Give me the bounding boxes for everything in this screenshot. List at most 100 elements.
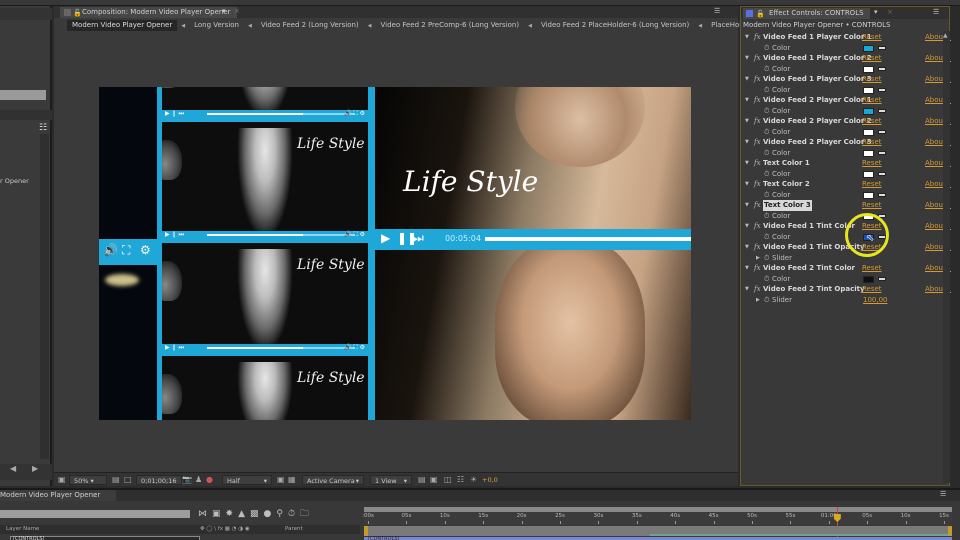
next-arrow-icon[interactable]: ▶ — [32, 464, 38, 473]
time-navigator[interactable] — [364, 526, 952, 536]
color-swatch[interactable] — [863, 170, 874, 178]
reset-link[interactable]: Reset — [862, 284, 882, 295]
resolution-dropdown[interactable]: Half ▾ — [222, 475, 272, 485]
show-snapshot-icon[interactable]: ♟ — [195, 475, 202, 485]
effect-name[interactable]: Video Feed 1 Player Color 3 — [763, 74, 872, 85]
effect-controls-tab[interactable]: 🔓 Effect Controls: CONTROLS — [743, 8, 870, 19]
breadcrumb-item[interactable]: Video Feed 2 PlaceHolder-6 (Long Version… — [536, 20, 694, 31]
skip-forward-icon[interactable]: ⏭ — [413, 231, 424, 246]
effect-name[interactable]: Text Color 2 — [763, 179, 810, 190]
reset-link[interactable]: Reset — [862, 200, 882, 211]
expand-triangle-icon[interactable]: ▼ — [745, 200, 749, 211]
comp-mini-flowchart-icon[interactable]: ⋈ — [198, 509, 212, 519]
frame-blending-icon[interactable]: ▲ — [238, 509, 250, 519]
eyedropper-icon[interactable] — [878, 108, 886, 113]
fx-icon[interactable]: fx — [754, 284, 761, 295]
fx-icon[interactable]: fx — [754, 263, 761, 274]
stopwatch-icon[interactable]: ⏱ — [764, 148, 769, 159]
region-of-interest-icon[interactable]: ▣ — [277, 475, 285, 485]
folder-icon[interactable]: 🗀 — [300, 509, 314, 519]
panel-menu-icon[interactable]: ☰ — [933, 8, 939, 16]
prev-arrow-icon[interactable]: ◀ — [10, 464, 16, 473]
navigator-start-handle[interactable] — [364, 526, 368, 536]
expand-triangle-icon[interactable]: ▼ — [745, 263, 749, 274]
stopwatch-icon[interactable]: ⏱ — [764, 190, 769, 201]
motion-blur-icon[interactable]: ▩ — [250, 509, 264, 519]
breadcrumb-item[interactable]: Long Version — [189, 20, 244, 31]
composition-dropdown-icon[interactable]: ▾ — [222, 7, 226, 15]
thumbnail-right-controls[interactable]: 🔊 ⛶ ⚙ — [344, 344, 365, 352]
fullscreen-icon[interactable]: ⛶ — [122, 243, 130, 258]
effect-row[interactable]: ▼ fx Video Feed 2 Player Color 3 Reset About… — [741, 137, 952, 148]
expand-triangle-icon[interactable]: ▼ — [745, 74, 749, 85]
expand-triangle-icon[interactable]: ▼ — [745, 137, 749, 148]
effect-row[interactable]: ▼ fx Video Feed 2 Tint Opacity Reset About..… — [741, 284, 952, 295]
effect-row[interactable]: ▼ fx Text Color 3 Reset About... — [741, 200, 952, 211]
play-icon[interactable]: ▶ — [381, 231, 390, 245]
flowchart-icon[interactable]: ☷ — [457, 475, 464, 485]
effect-name[interactable]: Text Color 1 — [763, 158, 810, 169]
effect-row[interactable]: ▼ fx Text Color 1 Reset About... — [741, 158, 952, 169]
effect-row[interactable]: ▼ fx Video Feed 1 Tint Color Reset About... — [741, 221, 952, 232]
effect-row[interactable]: ▼ fx Video Feed 2 Tint Color Reset About... — [741, 263, 952, 274]
expand-triangle-icon[interactable]: ▼ — [745, 221, 749, 232]
eyedropper-icon[interactable] — [878, 192, 886, 197]
lock-icon[interactable]: 🔓 — [73, 8, 82, 19]
color-swatch[interactable] — [863, 149, 874, 157]
brainstorm-icon[interactable]: ● — [264, 509, 277, 519]
fx-icon[interactable]: fx — [754, 95, 761, 106]
panel-menu-icon[interactable]: ☰ — [714, 7, 720, 15]
mask-visibility-icon[interactable]: □ — [124, 475, 132, 485]
close-icon[interactable]: × — [92, 490, 97, 501]
navigator-end-handle[interactable] — [948, 526, 952, 536]
lock-icon[interactable]: 🔓 — [756, 9, 765, 20]
thumbnail-play-controls[interactable]: ▶ ❙ ⏭ — [165, 344, 184, 352]
effect-row[interactable]: ▼ fx Video Feed 1 Player Color 2 Reset About… — [741, 53, 952, 64]
timeline-search-field[interactable] — [0, 510, 190, 518]
color-swatch[interactable] — [863, 86, 874, 94]
effect-controls-dropdown-icon[interactable]: ▾ — [874, 8, 878, 16]
effect-row[interactable]: ▼ fx Text Color 2 Reset About... — [741, 179, 952, 190]
exposure-value[interactable]: +0,0 — [482, 475, 498, 485]
effect-row[interactable]: ▼ fx Video Feed 1 Player Color 1 Reset About… — [741, 32, 952, 43]
work-area-bar[interactable] — [364, 507, 952, 512]
expand-triangle-icon[interactable]: ▼ — [745, 179, 749, 190]
stopwatch-icon[interactable]: ⏱ — [764, 232, 769, 243]
magnification-dropdown[interactable]: 50% ▾ — [69, 475, 107, 485]
effect-name[interactable]: Video Feed 2 Player Color 1 — [763, 95, 872, 106]
project-item[interactable]: r Opener — [0, 177, 29, 185]
color-swatch[interactable] — [863, 65, 874, 73]
current-time-display[interactable]: 0;01;00;16 — [136, 475, 182, 485]
camera-dropdown[interactable]: Active Camera ▾ — [302, 475, 364, 485]
effect-row[interactable]: ▼ fx Video Feed 1 Player Color 3 Reset About… — [741, 74, 952, 85]
thumbnail-right-controls[interactable]: 🔊 ⛶ ⚙ — [344, 231, 365, 239]
graph-editor-icon[interactable]: ⚲ — [276, 509, 288, 519]
effect-row[interactable]: ▼ fx Video Feed 2 Player Color 1 Reset About… — [741, 95, 952, 106]
eyedropper-icon[interactable] — [878, 66, 886, 71]
effect-row[interactable]: ▼ fx Video Feed 1 Tint Opacity Reset About..… — [741, 242, 952, 253]
expand-triangle-icon[interactable]: ▼ — [745, 53, 749, 64]
thumbnail-play-controls[interactable]: ▶ ❙ ⏭ — [165, 110, 184, 118]
volume-icon[interactable]: 🔊 — [103, 243, 118, 257]
stopwatch-icon[interactable]: ⏱ — [764, 64, 769, 75]
breadcrumb-item[interactable]: Video Feed 2 PreComp-6 (Long Version) — [376, 20, 525, 31]
panel-menu-icon[interactable]: ☰ — [940, 490, 946, 498]
reset-link[interactable]: Reset — [862, 53, 882, 64]
effect-name[interactable]: Video Feed 2 Player Color 3 — [763, 137, 872, 148]
fast-previews-icon[interactable]: ▣ — [430, 475, 438, 485]
stopwatch-icon[interactable]: ⏱ — [764, 211, 769, 222]
layer-row-controls[interactable]: [CONTROLS] — [10, 536, 200, 540]
fx-icon[interactable]: fx — [754, 200, 761, 211]
reset-link[interactable]: Reset — [862, 179, 882, 190]
breadcrumb-item[interactable]: Video Feed 2 (Long Version) — [256, 20, 364, 31]
stopwatch-icon[interactable]: ⏱ — [764, 106, 769, 117]
column-layer-name[interactable]: Layer Name — [6, 525, 39, 534]
thumbnail-right-controls[interactable]: 🔊 ⛶ ⚙ — [344, 110, 365, 118]
effect-name[interactable]: Video Feed 1 Tint Color — [763, 221, 855, 232]
project-search-field[interactable] — [0, 90, 46, 100]
fx-icon[interactable]: fx — [754, 221, 761, 232]
stopwatch-icon[interactable]: ⏱ — [764, 85, 769, 96]
eyedropper-icon[interactable] — [878, 276, 886, 281]
toggle-pixel-icon[interactable]: ▤ — [418, 475, 426, 485]
project-scrollbar[interactable] — [40, 134, 49, 459]
